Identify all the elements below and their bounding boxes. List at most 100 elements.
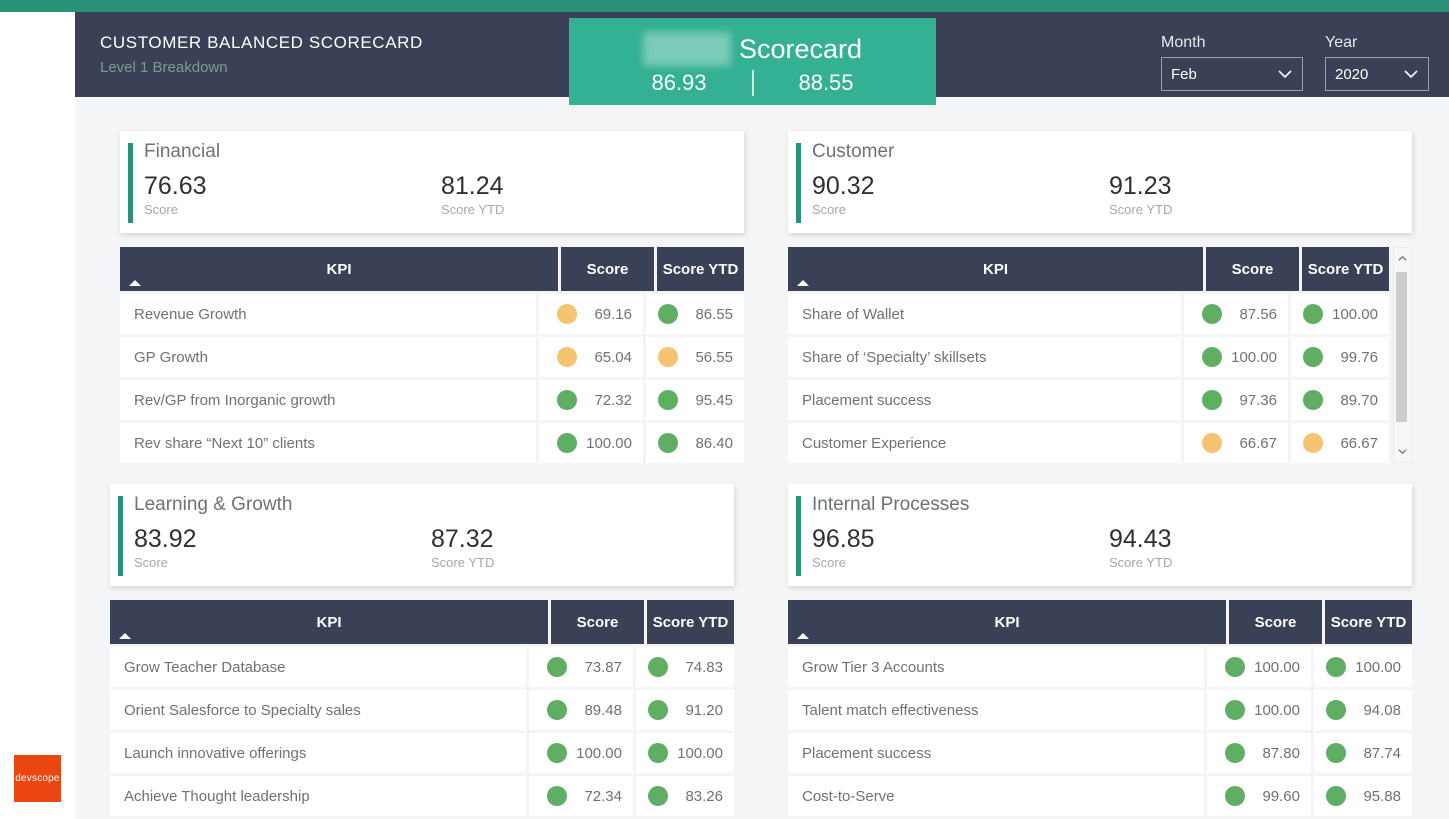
status-dot-score: [557, 433, 577, 453]
card-accent-bar: [118, 496, 123, 576]
cell-score-ytd-value: 100.00: [1332, 305, 1378, 323]
metric-score-ytd-value: 81.24: [441, 172, 504, 200]
metric-score-label: Score: [144, 202, 178, 217]
metric-score-ytd-value: 94.43: [1109, 525, 1172, 553]
status-dot-score-ytd: [1326, 743, 1346, 763]
summary-card: Financial 76.63 Score 81.24 Score YTD: [120, 131, 744, 233]
table-row[interactable]: Talent match effectiveness 100.00 94.08: [788, 690, 1412, 730]
metric-score-value: 96.85: [812, 525, 875, 553]
table-row[interactable]: Orient Salesforce to Specialty sales 89.4…: [110, 690, 734, 730]
column-header-score[interactable]: Score: [551, 600, 644, 644]
cell-score: 100.00: [1184, 337, 1288, 377]
cell-score-value: 66.67: [1239, 434, 1277, 452]
header-title-block: CUSTOMER BALANCED SCORECARD Level 1 Brea…: [100, 32, 423, 79]
cell-score-ytd-value: 100.00: [1355, 658, 1401, 676]
table-row[interactable]: Grow Tier 3 Accounts 100.00 100.00: [788, 647, 1412, 687]
cell-score: 100.00: [1207, 690, 1311, 730]
cell-score-ytd: 86.40: [646, 423, 744, 463]
cell-score-ytd: 89.70: [1291, 380, 1389, 420]
column-header-score-ytd-label: Score YTD: [652, 613, 729, 631]
status-dot-score: [547, 657, 567, 677]
metric-score-ytd-label: Score YTD: [431, 555, 495, 570]
year-label: Year: [1325, 34, 1358, 51]
table-row[interactable]: Share of ‘Specialty’ skillsets 100.00 99.7…: [788, 337, 1389, 377]
scroll-down-icon[interactable]: [1394, 443, 1411, 460]
kpi-table-header: KPI Score Score YTD: [788, 600, 1412, 644]
table-row[interactable]: Placement success 87.80 87.74: [788, 733, 1412, 773]
cell-kpi-name: Placement success: [788, 733, 1204, 773]
status-dot-score-ytd: [658, 347, 678, 367]
table-row[interactable]: GP Growth 65.04 56.55: [120, 337, 744, 377]
table-scrollbar[interactable]: [1393, 247, 1412, 463]
table-row[interactable]: Placement success 97.36 89.70: [788, 380, 1389, 420]
table-row[interactable]: Grow Teacher Database 73.87 74.83: [110, 647, 734, 687]
table-row[interactable]: Cost-to-Serve 99.60 95.88: [788, 776, 1412, 816]
cell-score: 100.00: [529, 733, 633, 773]
table-row[interactable]: Rev share “Next 10” clients 100.00 86.40: [120, 423, 744, 463]
metric-score-ytd-label: Score YTD: [1109, 555, 1173, 570]
column-header-score-ytd[interactable]: Score YTD: [647, 600, 734, 644]
table-row[interactable]: Revenue Growth 69.16 86.55: [120, 294, 744, 334]
column-header-score[interactable]: Score: [1206, 247, 1299, 291]
table-row[interactable]: Rev/GP from Inorganic growth 72.32 95.45: [120, 380, 744, 420]
cell-kpi-name: Share of ‘Specialty’ skillsets: [788, 337, 1181, 377]
card-accent-bar: [796, 143, 801, 223]
status-dot-score: [557, 347, 577, 367]
scroll-up-icon[interactable]: [1394, 250, 1411, 267]
page-title: CUSTOMER BALANCED SCORECARD: [100, 33, 423, 52]
column-header-score[interactable]: Score: [561, 247, 654, 291]
kpi-table: KPI Score Score YTD Share of Wallet 87.56 100…: [788, 247, 1389, 463]
metric-score-value: 76.63: [144, 172, 207, 200]
year-filter: Year 2020: [1325, 34, 1429, 91]
column-header-score[interactable]: Score: [1229, 600, 1322, 644]
status-dot-score: [1202, 390, 1222, 410]
metric-score-ytd-value: 87.32: [431, 525, 494, 553]
column-header-kpi[interactable]: KPI: [120, 247, 558, 291]
cell-score-ytd-value: 91.20: [685, 701, 723, 719]
cell-score: 97.36: [1184, 380, 1288, 420]
kpi-table-header: KPI Score Score YTD: [120, 247, 744, 291]
cell-score-ytd-value: 95.88: [1363, 787, 1401, 805]
banner-scores: 86.93 88.55: [569, 70, 936, 96]
cell-kpi-name: Grow Teacher Database: [110, 647, 526, 687]
cell-score-ytd: 87.74: [1314, 733, 1412, 773]
kpi-table-wrap: KPI Score Score YTD Grow Teacher Database 73…: [110, 600, 734, 816]
quadrant-internal-processes: Internal Processes 96.85 Score 94.43 Score Y…: [788, 484, 1412, 816]
table-row[interactable]: Customer Experience 66.67 66.67: [788, 423, 1389, 463]
month-label: Month: [1161, 34, 1206, 51]
column-header-kpi[interactable]: KPI: [110, 600, 548, 644]
cell-kpi-name: Customer Experience: [788, 423, 1181, 463]
cell-score-ytd-value: 100.00: [677, 744, 723, 762]
month-select[interactable]: Feb: [1161, 57, 1303, 91]
cell-kpi-name: GP Growth: [120, 337, 536, 377]
year-select[interactable]: 2020: [1325, 57, 1429, 91]
kpi-table: KPI Score Score YTD Grow Teacher Database 73…: [110, 600, 734, 816]
month-filter: Month Feb: [1161, 34, 1303, 91]
table-row[interactable]: Launch innovative offerings 100.00 100.00: [110, 733, 734, 773]
kpi-table-wrap: KPI Score Score YTD Share of Wallet 87.56 100…: [788, 247, 1412, 463]
column-header-score-ytd[interactable]: Score YTD: [1325, 600, 1412, 644]
column-header-kpi[interactable]: KPI: [788, 247, 1203, 291]
column-header-kpi[interactable]: KPI: [788, 600, 1226, 644]
cell-score-value: 100.00: [1254, 658, 1300, 676]
cell-score-ytd-value: 56.55: [695, 348, 733, 366]
status-dot-score-ytd: [1303, 347, 1323, 367]
scrollbar-thumb[interactable]: [1396, 272, 1407, 422]
table-row[interactable]: Share of Wallet 87.56 100.00: [788, 294, 1389, 334]
column-header-score-ytd[interactable]: Score YTD: [657, 247, 744, 291]
cell-score-value: 100.00: [576, 744, 622, 762]
card-accent-bar: [128, 143, 133, 223]
summary-card: Internal Processes 96.85 Score 94.43 Score Y…: [788, 484, 1412, 586]
column-header-score-ytd[interactable]: Score YTD: [1302, 247, 1389, 291]
status-dot-score: [1225, 743, 1245, 763]
summary-card: Customer 90.32 Score 91.23 Score YTD: [788, 131, 1412, 233]
quadrant-customer: Customer 90.32 Score 91.23 Score YTD KPI Score…: [788, 131, 1412, 463]
cell-score-ytd: 86.55: [646, 294, 744, 334]
kpi-table-header: KPI Score Score YTD: [788, 247, 1389, 291]
metric-score: 90.32 Score: [812, 173, 875, 218]
devscope-logo-text: devscope: [15, 773, 60, 784]
table-row[interactable]: Achieve Thought leadership 72.34 83.26: [110, 776, 734, 816]
summary-card: Learning & Growth 83.92 Score 87.32 Score YT…: [110, 484, 734, 586]
column-header-score-label: Score: [1254, 613, 1297, 631]
quadrant-learning-growth: Learning & Growth 83.92 Score 87.32 Score YT…: [110, 484, 734, 816]
